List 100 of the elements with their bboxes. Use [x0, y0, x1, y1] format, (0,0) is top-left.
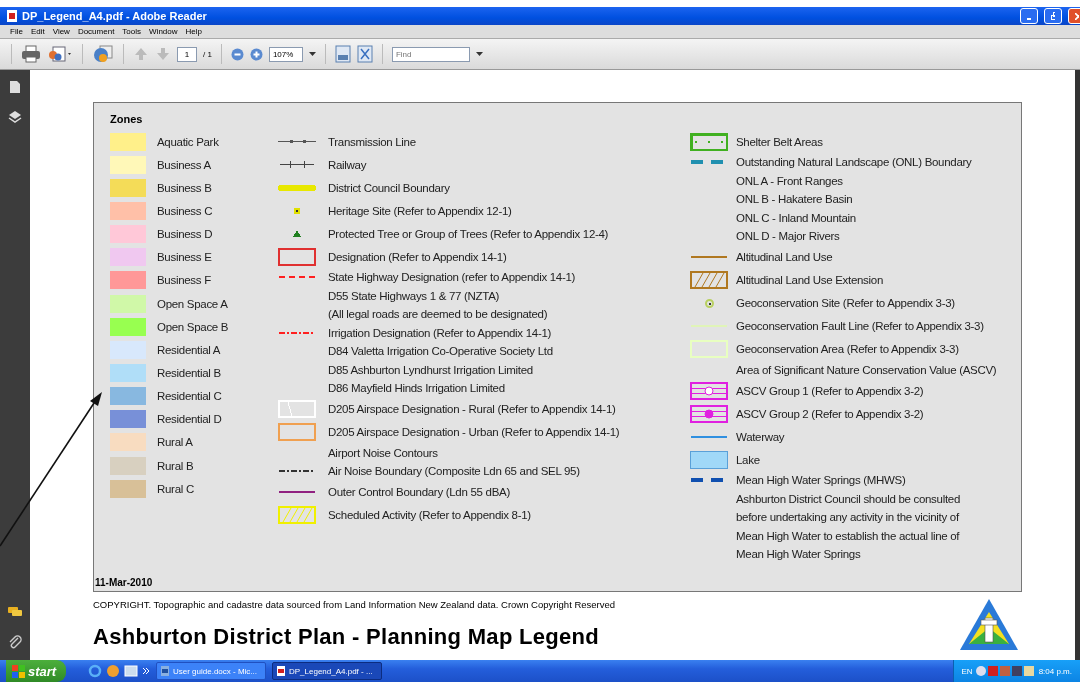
railway-icon [280, 161, 314, 168]
legend-label: D205 Airspace Designation - Urban (Refer to Appendix 14-1) [328, 426, 620, 438]
minimize-icon [1027, 18, 1031, 20]
taskbar-button[interactable]: User guide.docx - Mic... [156, 662, 266, 680]
document-title: Ashburton District Plan - Planning Map Legend [93, 624, 601, 650]
document-icon [277, 666, 285, 676]
minimize-button[interactable] [1020, 8, 1038, 24]
legend-label: D85 Ashburton Lyndhurst Irrigation Limited [328, 363, 533, 376]
menu-item[interactable]: Document [77, 27, 115, 36]
legend-label: Shelter Belt Areas [736, 135, 823, 148]
legend-label: Geoconservation Fault Line (Refer to Appendix 3-3) [736, 320, 984, 332]
legend-label: State Highway Designation (refer to Appendix 14-1) [328, 271, 576, 284]
legend-label: Altitudinal Land Use [736, 251, 833, 263]
legend-label: Waterway [736, 430, 785, 443]
legend-label: Protected Tree or Group of Trees (Refer to Appendix 12-4) [328, 227, 609, 240]
legend-label: Geoconservation Site (Refer to Appendix 3-3) [736, 297, 955, 309]
legend-heading: Zones [110, 113, 144, 127]
fit-width-icon[interactable] [334, 45, 351, 63]
taskbar-button[interactable]: DP_Legend_A4.pdf - ... [272, 662, 382, 680]
zone-label: Aquatic Park [157, 135, 219, 148]
triangle-logo-icon [959, 598, 1019, 652]
legend-label: Irrigation Designation (Refer to Appendix 14-1) [328, 326, 552, 339]
print-icon[interactable] [21, 45, 41, 63]
menu-item[interactable]: File [10, 27, 23, 36]
zone-label: Residential D [157, 413, 222, 426]
legend-label: D55 State Highways 1 & 77 (NZTA) [328, 289, 500, 302]
legend-label: Mean High Water Springs (MHWS) [736, 474, 906, 487]
zone-label: Open Space B [157, 320, 229, 333]
legend-label: ASCV Group 2 (Refer to Appendix 3-2) [736, 407, 924, 420]
fit-page-icon[interactable] [356, 45, 373, 63]
menu-item[interactable]: View [52, 27, 70, 36]
windows-logo-icon [12, 664, 25, 678]
dropdown-caret-icon[interactable] [475, 51, 483, 57]
window-title: DP_Legend_A4.pdf - Adobe Reader [22, 10, 208, 22]
tray-icons-drawing[interactable] [975, 665, 1036, 677]
zone-label: Residential C [157, 390, 222, 403]
zone-label: Business C [157, 205, 213, 217]
comments-icon[interactable] [7, 606, 23, 618]
legend-label: D205 Airspace Designation - Rural (Refer to Appendix 14-1) [328, 403, 616, 415]
zoom-in-icon[interactable] [249, 47, 263, 61]
legend-label: D84 Valetta Irrigation Co-Operative Society Ltd [328, 345, 553, 358]
legend-label: Ashburton District Council should be consulted [736, 492, 960, 505]
legend-label: ONL B - Hakatere Basin [736, 193, 853, 206]
copyright-text: COPYRIGHT. Topographic and cadastre data sourced from Land Information New Zealand data. Crown Copyright Reserved [93, 599, 616, 610]
legend-label: ASCV Group 1 (Refer to Appendix 3-2) [736, 384, 924, 397]
zone-label: Business A [157, 158, 211, 171]
start-button[interactable]: start [6, 660, 66, 682]
legend-label: Airport Noise Contours [328, 446, 438, 459]
zone-label: Residential A [157, 343, 221, 356]
legend-label: (All legal roads are deemed to be designated) [328, 308, 548, 321]
legend-label: Mean High Water to establish the actual line of [736, 529, 960, 542]
legend-label: Heritage Site (Refer to Appendix 12-1) [328, 204, 512, 217]
clock: 8:04 p.m. [1038, 666, 1072, 676]
document-icon [161, 666, 169, 676]
legend-label: Area of Significant Nature Conservation Value (ASCV) [736, 363, 997, 376]
legend-label: Outstanding Natural Landscape (ONL) Boundary [736, 156, 972, 169]
legend-label: District Council Boundary [328, 181, 450, 194]
zone-label: Business D [157, 228, 213, 241]
date-label: 11-Mar-2010 [95, 577, 154, 588]
legend-label: ONL C - Inland Mountain [736, 211, 856, 224]
zone-label: Residential B [157, 366, 221, 379]
page-field[interactable]: 1 [177, 46, 197, 62]
pdf-document-icon [6, 10, 18, 22]
legend-label: Outer Control Boundary (Ldn 55 dBA) [328, 486, 510, 498]
legend-label: Scheduled Activity (Refer to Appendix 8-1) [328, 509, 531, 521]
zone-label: Open Space A [157, 297, 228, 310]
zone-label: Business B [157, 181, 212, 194]
restore-icon [1051, 12, 1055, 20]
zone-label: Rural B [157, 459, 194, 472]
zone-label: Business F [157, 274, 211, 287]
legend-label: Geoconservation Area (Refer to Appendix 3-3) [736, 343, 959, 355]
menu-item[interactable]: Window [149, 27, 178, 36]
legend-label: ONL D - Major Rivers [736, 230, 840, 243]
layers-icon[interactable] [8, 110, 22, 124]
find-field[interactable]: Find [391, 46, 470, 62]
zone-label: Rural C [157, 482, 194, 495]
legend-label: Designation (Refer to Appendix 14-1) [328, 250, 507, 263]
zoom-out-icon[interactable] [230, 47, 244, 61]
chevron-icon[interactable] [142, 667, 150, 675]
restore-button[interactable] [1044, 8, 1062, 24]
menu-item[interactable]: Tools [122, 27, 142, 36]
zone-label: Business E [157, 251, 212, 264]
legend-label: Air Noise Boundary (Composite Ldn 65 and SEL 95) [328, 465, 580, 478]
legend-label: before undertaking any activity in the vicinity of [736, 511, 959, 524]
paperclip-icon[interactable] [8, 634, 22, 650]
legend-label: Mean High Water Springs [736, 548, 861, 561]
legend-label: ONL A - Front Ranges [736, 174, 843, 187]
legend-label: D86 Mayfield Hinds Irrigation Limited [328, 382, 505, 395]
page-total: / 1 [203, 49, 212, 59]
dropdown-caret-icon[interactable] [308, 51, 316, 57]
window-stack-icon[interactable] [124, 664, 138, 678]
menu-item[interactable]: Help [185, 27, 202, 36]
zoom-field[interactable]: 107% [268, 46, 303, 62]
legend-label: Lake [736, 453, 760, 466]
legend-label: Transmission Line [328, 135, 416, 148]
menu-item[interactable]: Edit [30, 27, 45, 36]
legend-label: Railway [328, 158, 367, 171]
zone-label: Rural A [157, 436, 193, 449]
legend-label: Altitudinal Land Use Extension [736, 274, 883, 286]
pages-icon[interactable] [9, 80, 21, 94]
